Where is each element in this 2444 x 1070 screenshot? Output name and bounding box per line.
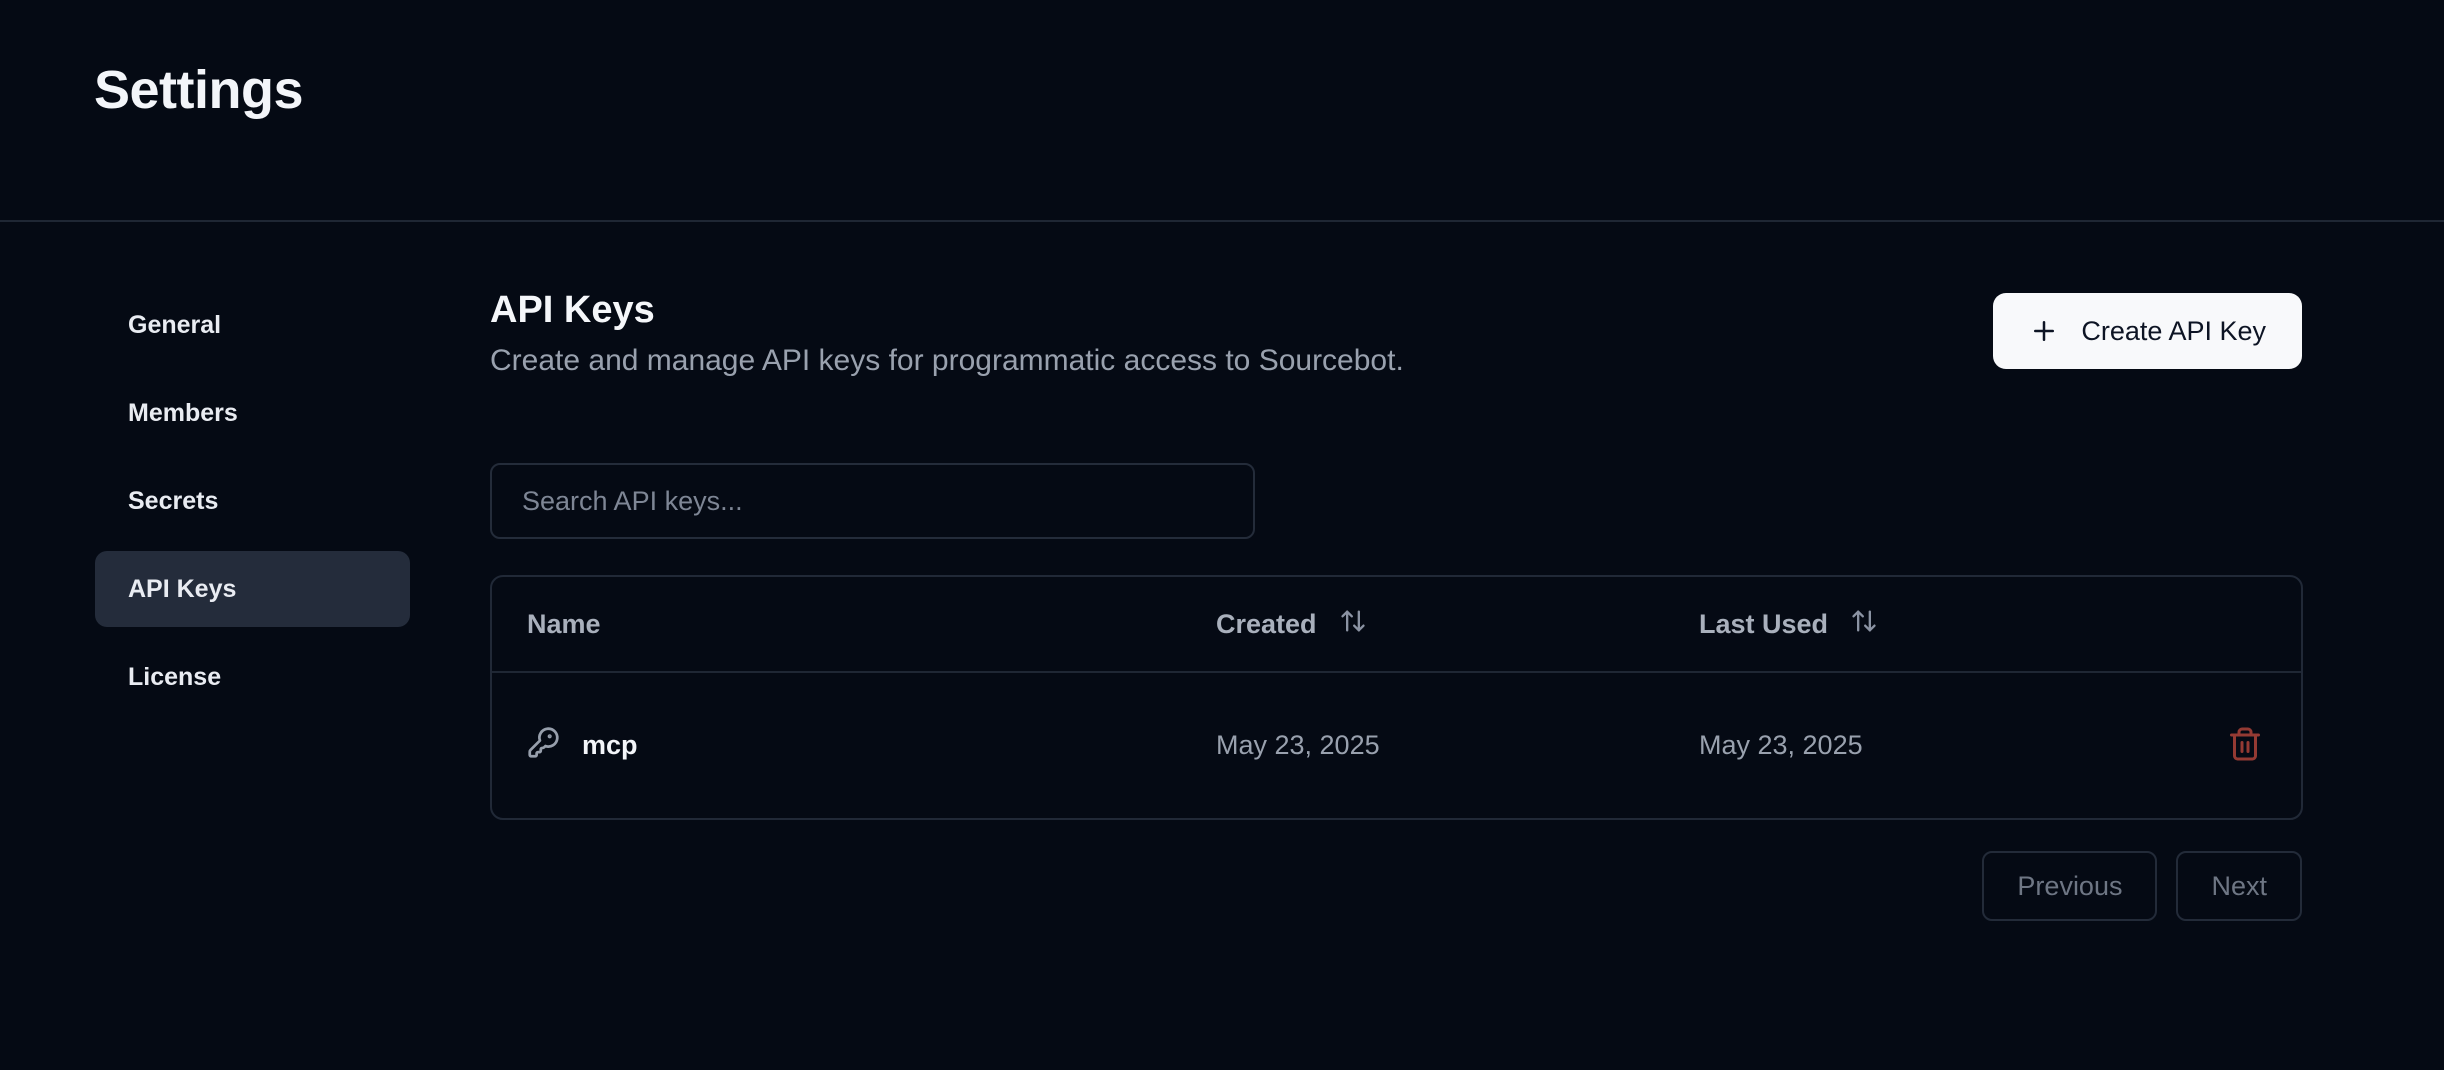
delete-api-key-button[interactable] [2227,726,2263,765]
sort-arrows-icon [1339,607,1367,642]
create-api-key-label: Create API Key [2081,315,2266,346]
column-header-name: Name [492,609,1216,640]
page-title: Settings [94,60,304,120]
section-title: API Keys [490,289,655,331]
sidebar-item-secrets[interactable]: Secrets [95,463,410,539]
column-header-name-label: Name [527,608,601,639]
api-key-created-cell: May 23, 2025 [1216,730,1380,760]
table-row: mcp May 23, 2025 May 23, 2025 [492,673,2301,818]
sidebar-item-general[interactable]: General [95,287,410,363]
sort-arrows-icon [1850,607,1878,642]
pagination: Previous Next [1982,851,2302,921]
column-header-last-used[interactable]: Last Used [1699,607,2219,642]
trash-icon [2227,726,2263,765]
next-page-button[interactable]: Next [2176,851,2302,921]
plus-icon [2029,316,2059,346]
table-header-row: Name Created Last Used [492,577,2301,673]
sidebar-item-members[interactable]: Members [95,375,410,451]
settings-sidebar: General Members Secrets API Keys License [95,287,410,715]
sidebar-item-api-keys[interactable]: API Keys [95,551,410,627]
column-header-created[interactable]: Created [1216,607,1699,642]
api-keys-panel: API Keys Create and manage API keys for … [490,0,2303,1070]
section-subtitle: Create and manage API keys for programma… [490,344,1404,377]
api-key-name-cell: mcp [492,726,1216,766]
api-key-last-used-cell: May 23, 2025 [1699,730,1863,760]
api-key-actions-cell [2219,726,2301,765]
create-api-key-button[interactable]: Create API Key [1993,293,2302,369]
previous-page-button[interactable]: Previous [1982,851,2158,921]
api-key-name: mcp [582,730,638,760]
api-keys-table: Name Created Last Used mcp May 23, 2025 … [490,575,2303,820]
column-header-last-used-label: Last Used [1699,608,1829,639]
search-input[interactable] [490,463,1255,539]
column-header-created-label: Created [1216,608,1317,639]
sidebar-item-license[interactable]: License [95,639,410,715]
key-icon [527,726,560,766]
settings-page: Settings General Members Secrets API Key… [0,0,2444,1070]
